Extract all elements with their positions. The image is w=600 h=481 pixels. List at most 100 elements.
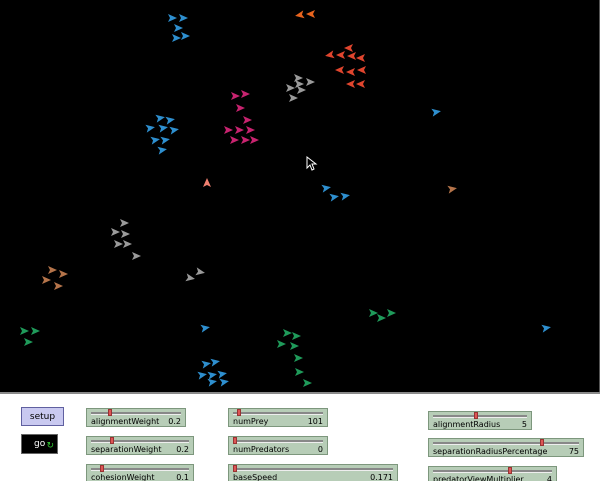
agent-arrow-icon: [219, 378, 229, 387]
agent-arrow-icon: [207, 378, 217, 387]
agent-arrow-icon: [174, 24, 183, 32]
agent-arrow-icon: [329, 193, 339, 202]
agent-arrow-icon: [145, 124, 155, 133]
agent-arrow-icon: [283, 329, 292, 337]
slider-thumb[interactable]: [539, 439, 544, 446]
slider-track: [233, 412, 323, 415]
agent-arrow-icon: [336, 51, 345, 59]
agent-arrow-icon: [246, 126, 255, 134]
slider-label: alignmentRadius: [433, 420, 501, 429]
slider-track: [91, 468, 189, 471]
agent-arrow-icon: [155, 114, 165, 123]
agent-arrow-icon: [241, 90, 250, 98]
slider-label: numPredators: [233, 445, 290, 454]
agent-arrow-icon: [200, 324, 210, 333]
agent-arrow-icon: [387, 309, 396, 317]
slider-thumb[interactable]: [108, 409, 113, 416]
agent-arrow-icon: [123, 240, 132, 248]
slider-thumb[interactable]: [237, 409, 242, 416]
forever-loop-icon: ↻: [46, 441, 54, 451]
agent-arrow-icon: [321, 184, 331, 193]
agent-arrow-icon: [132, 252, 141, 260]
slider-track: [433, 470, 552, 473]
agent-arrow-icon: [197, 371, 207, 380]
agent-arrow-icon: [111, 228, 120, 236]
agent-arrow-icon: [172, 34, 181, 42]
agent-arrow-icon: [42, 276, 51, 284]
slider-track: [433, 415, 527, 418]
slider-separation-radius-percentage[interactable]: separationRadiusPercentage 75: [428, 438, 584, 457]
setup-button[interactable]: setup: [21, 407, 64, 426]
slider-base-speed[interactable]: baseSpeed 0.171: [228, 464, 398, 481]
agent-arrow-icon: [181, 32, 190, 40]
agent-arrow-icon: [168, 14, 177, 22]
slider-num-predators[interactable]: numPredators 0: [228, 436, 328, 455]
agent-arrow-icon: [59, 270, 68, 278]
agent-arrow-icon: [224, 126, 233, 134]
agent-arrow-icon: [344, 44, 353, 52]
slider-predator-view-multiplier[interactable]: predatorViewMultiplier 4: [428, 466, 557, 481]
agent-arrow-icon: [447, 185, 457, 194]
agent-arrow-icon: [31, 327, 40, 335]
slider-value: 0.2: [176, 445, 189, 454]
agent-arrow-icon: [217, 370, 227, 379]
agent-arrow-icon: [292, 332, 301, 340]
agent-arrow-icon: [289, 94, 298, 102]
agent-arrow-icon: [20, 327, 29, 335]
slider-value: 101: [307, 417, 323, 426]
slider-num-prey[interactable]: numPrey 101: [228, 408, 328, 427]
agent-arrow-icon: [241, 136, 250, 144]
slider-thumb[interactable]: [109, 437, 114, 444]
agent-arrow-icon: [243, 116, 252, 124]
slider-thumb[interactable]: [507, 467, 512, 474]
interface-panel: setup go ↻ alignmentWeight 0.2 separatio…: [0, 392, 600, 481]
slider-label: separationWeight: [91, 445, 162, 454]
agent-arrow-icon: [431, 108, 441, 117]
slider-value: 5: [521, 420, 527, 429]
agent-arrow-icon: [294, 354, 303, 362]
agent-arrow-icon: [286, 84, 295, 92]
slider-value: 0.1: [176, 473, 189, 481]
agent-arrow-icon: [179, 14, 188, 22]
go-button-label: go: [34, 439, 46, 449]
slider-label: separationRadiusPercentage: [433, 447, 548, 456]
slider-label: predatorViewMultiplier: [433, 475, 524, 481]
slider-track: [233, 440, 323, 443]
agent-arrow-icon: [195, 267, 205, 276]
agent-arrow-icon: [295, 80, 304, 88]
agent-arrow-icon: [169, 126, 179, 135]
agent-arrow-icon: [356, 80, 365, 88]
agent-arrow-icon: [54, 282, 63, 290]
slider-thumb[interactable]: [473, 412, 478, 419]
agent-arrow-icon: [157, 146, 167, 155]
agent-arrow-icon: [346, 80, 355, 88]
agent-arrow-icon: [165, 116, 175, 125]
go-button[interactable]: go ↻: [21, 434, 58, 454]
agent-arrow-icon: [150, 136, 160, 145]
slider-label: cohesionWeight: [91, 473, 155, 481]
slider-track: [433, 442, 579, 445]
agent-arrow-icon: [120, 219, 129, 227]
agent-arrow-icon: [356, 54, 365, 62]
mouse-cursor-icon: [306, 155, 318, 171]
slider-alignment-weight[interactable]: alignmentWeight 0.2: [86, 408, 186, 427]
agent-arrow-icon: [277, 340, 286, 348]
slider-thumb[interactable]: [233, 465, 237, 472]
agent-arrow-icon: [325, 50, 335, 59]
setup-button-label: setup: [29, 411, 56, 422]
slider-thumb[interactable]: [233, 437, 237, 444]
agent-arrow-icon: [295, 368, 304, 376]
agent-arrow-icon: [207, 371, 217, 380]
slider-cohesion-weight[interactable]: cohesionWeight 0.1: [86, 464, 194, 481]
slider-value: 0.2: [168, 417, 181, 426]
agent-arrow-icon: [210, 358, 220, 367]
agent-arrow-icon: [377, 314, 386, 322]
slider-label: numPrey: [233, 417, 269, 426]
agent-arrow-icon: [235, 126, 244, 134]
slider-separation-weight[interactable]: separationWeight 0.2: [86, 436, 194, 455]
slider-thumb[interactable]: [100, 465, 105, 472]
agent-arrow-icon: [294, 74, 303, 82]
world-view[interactable]: [0, 0, 600, 392]
agent-arrow-icon: [231, 92, 240, 100]
slider-alignment-radius[interactable]: alignmentRadius 5: [428, 411, 532, 430]
